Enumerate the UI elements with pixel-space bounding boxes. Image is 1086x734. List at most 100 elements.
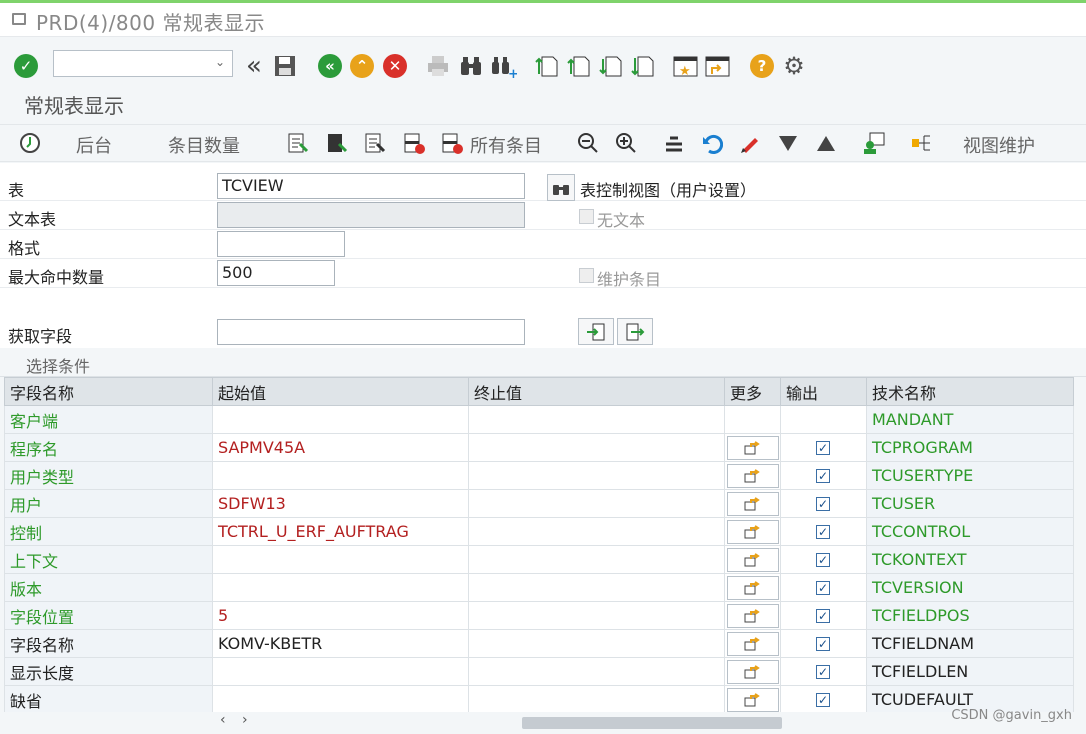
multiple-selection-button[interactable] [727, 631, 779, 656]
output-checkbox[interactable]: ✓ [816, 664, 830, 679]
import-fields-button[interactable] [578, 318, 614, 345]
multiple-selection-button[interactable] [727, 519, 779, 544]
output-checkbox[interactable]: ✓ [816, 496, 830, 511]
column-header-from[interactable]: 起始值 [212, 377, 469, 406]
first-page-button[interactable] [533, 52, 561, 80]
multiple-selection-button[interactable] [727, 491, 779, 516]
from-value-input[interactable] [212, 685, 469, 714]
maintain-view-button[interactable]: 视图维护 [963, 132, 1035, 158]
sort-ascending-button[interactable] [814, 131, 838, 155]
tree-structure-button[interactable] [910, 131, 934, 155]
output-checkbox[interactable]: ✓ [816, 692, 830, 707]
to-value-input[interactable] [468, 489, 725, 518]
column-header-more[interactable]: 更多 [724, 377, 781, 406]
multiple-selection-button[interactable] [727, 659, 779, 684]
from-value-input[interactable] [212, 405, 469, 434]
column-header-tech-name[interactable]: 技术名称 [866, 377, 1074, 406]
format-input[interactable] [217, 231, 345, 257]
last-page-button[interactable] [629, 52, 657, 80]
next-page-button[interactable] [597, 52, 625, 80]
column-header-to[interactable]: 终止值 [468, 377, 725, 406]
background-button[interactable]: 后台 [76, 132, 112, 158]
to-value-input[interactable] [468, 461, 725, 490]
output-checkbox[interactable]: ✓ [816, 636, 830, 651]
undo-button[interactable] [700, 131, 724, 155]
output-checkbox[interactable]: ✓ [816, 580, 830, 595]
multiple-selection-button[interactable] [727, 463, 779, 488]
to-value-input[interactable] [468, 545, 725, 574]
output-checkbox[interactable]: ✓ [816, 440, 830, 455]
to-value-input[interactable] [468, 433, 725, 462]
from-value-input[interactable]: TCTRL_U_ERF_AUFTRAG [212, 517, 469, 546]
column-header-field-name[interactable]: 字段名称 [4, 377, 213, 406]
from-value-input[interactable] [212, 461, 469, 490]
table-input[interactable]: TCVIEW [217, 173, 525, 199]
from-value-input[interactable] [212, 657, 469, 686]
get-fields-input[interactable] [217, 319, 525, 345]
output-cell [780, 405, 867, 434]
save-button[interactable] [271, 52, 299, 80]
scroll-thumb[interactable] [522, 717, 782, 729]
to-value-input[interactable] [468, 629, 725, 658]
scroll-right-icon[interactable]: › [242, 712, 248, 728]
output-checkbox[interactable]: ✓ [816, 608, 830, 623]
deselect-button[interactable] [363, 131, 387, 155]
multiple-selection-button[interactable] [727, 547, 779, 572]
max-hits-input[interactable]: 500 [217, 260, 335, 286]
user-settings-button[interactable] [862, 131, 886, 155]
cancel-button[interactable]: ✕ [381, 52, 409, 80]
shortcut-button[interactable] [704, 52, 732, 80]
multiple-selection-button[interactable] [727, 435, 779, 460]
from-value-input[interactable] [212, 573, 469, 602]
help-button[interactable]: ? [748, 52, 776, 80]
select-all-button[interactable] [286, 131, 310, 155]
create-session-button[interactable]: ★ [672, 52, 700, 80]
zoom-in-button[interactable] [614, 131, 638, 155]
from-value-input[interactable]: SAPMV45A [212, 433, 469, 462]
zoom-out-button[interactable] [576, 131, 600, 155]
tc-view-button[interactable] [547, 174, 575, 201]
find-button[interactable] [457, 52, 485, 80]
scroll-left-icon[interactable]: ‹ [220, 712, 226, 728]
settings-button[interactable]: ⚙ [780, 52, 808, 80]
from-value-input[interactable] [212, 545, 469, 574]
horizontal-scrollbar[interactable]: ‹ › [0, 712, 1086, 734]
to-value-input[interactable] [468, 601, 725, 630]
all-entries-icon-button[interactable] [440, 131, 464, 155]
from-value-input[interactable]: KOMV-KBETR [212, 629, 469, 658]
export-fields-button[interactable] [617, 318, 653, 345]
align-button[interactable] [662, 131, 686, 155]
output-checkbox[interactable]: ✓ [816, 524, 830, 539]
from-value-input[interactable]: 5 [212, 601, 469, 630]
collapse-command-button[interactable]: « [240, 51, 268, 81]
multiple-selection-button[interactable] [727, 575, 779, 600]
previous-page-button[interactable] [565, 52, 593, 80]
exit-button[interactable]: ⌃ [348, 52, 376, 80]
multiple-selection-button[interactable] [727, 603, 779, 628]
more-cell [724, 629, 781, 658]
command-field[interactable]: ⌄ [53, 50, 233, 77]
delete-selection-button[interactable] [402, 131, 426, 155]
to-value-input[interactable] [468, 685, 725, 714]
to-value-input[interactable] [468, 573, 725, 602]
entries-count-button[interactable]: 条目数量 [168, 132, 240, 158]
sort-descending-button[interactable] [776, 131, 800, 155]
output-checkbox[interactable]: ✓ [816, 468, 830, 483]
to-value-input[interactable] [468, 657, 725, 686]
enter-button[interactable]: ✓ [12, 52, 40, 80]
menu-icon[interactable] [12, 13, 26, 25]
from-value-input[interactable]: SDFW13 [212, 489, 469, 518]
back-button[interactable]: « [316, 52, 344, 80]
output-checkbox[interactable]: ✓ [816, 552, 830, 567]
to-value-input[interactable] [468, 405, 725, 434]
find-next-button[interactable]: + [490, 52, 518, 80]
execute-button[interactable] [18, 131, 42, 155]
select-block-button[interactable] [325, 131, 349, 155]
all-entries-button[interactable]: 所有条目 [470, 132, 542, 158]
edit-button[interactable] [738, 131, 762, 155]
multiple-selection-button[interactable] [727, 687, 779, 712]
print-button[interactable] [424, 52, 452, 80]
to-value-input[interactable] [468, 517, 725, 546]
column-header-output[interactable]: 输出 [780, 377, 867, 406]
more-cell [724, 685, 781, 714]
